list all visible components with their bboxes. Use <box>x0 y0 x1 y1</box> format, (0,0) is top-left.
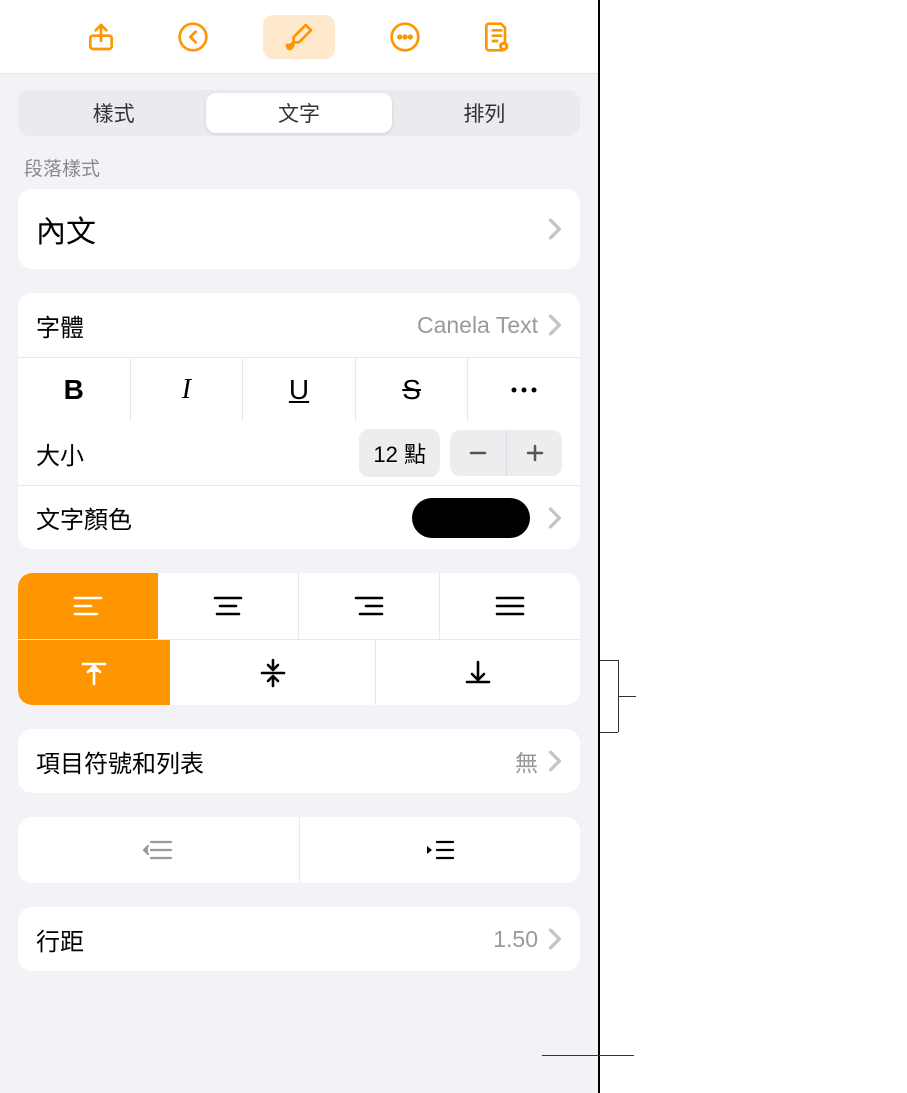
tab-arrange[interactable]: 排列 <box>392 93 577 133</box>
text-color-swatch[interactable] <box>412 498 530 538</box>
valign-middle-button[interactable] <box>170 640 375 705</box>
bold-button[interactable]: B <box>18 358 131 421</box>
line-spacing-value: 1.50 <box>493 926 538 953</box>
chevron-right-icon <box>548 507 562 529</box>
valign-bottom-button[interactable] <box>376 640 580 705</box>
bullets-value: 無 <box>515 744 538 778</box>
align-left-button[interactable] <box>18 573 158 639</box>
more-font-options-button[interactable] <box>468 358 580 421</box>
valign-top-button[interactable] <box>18 640 170 705</box>
tab-style[interactable]: 樣式 <box>21 93 206 133</box>
chevron-right-icon <box>548 218 562 240</box>
align-right-button[interactable] <box>299 573 440 639</box>
align-center-button[interactable] <box>158 573 299 639</box>
size-label: 大小 <box>36 436 84 471</box>
font-value: Canela Text <box>417 312 538 339</box>
callout-leader-2 <box>542 1055 634 1056</box>
undo-icon[interactable] <box>171 15 215 59</box>
bullets-row[interactable]: 項目符號和列表 無 <box>18 729 580 793</box>
callout-bracket-top <box>600 660 618 661</box>
indent-button[interactable] <box>299 817 581 883</box>
paragraph-style-value: 內文 <box>36 207 96 251</box>
size-row: 大小 12 點 <box>18 421 580 485</box>
text-color-label: 文字顏色 <box>36 500 132 535</box>
inspector-tabs: 樣式 文字 排列 <box>18 90 580 136</box>
size-increase-button[interactable] <box>506 430 562 476</box>
format-brush-icon[interactable] <box>263 15 335 59</box>
align-justify-button[interactable] <box>440 573 580 639</box>
line-spacing-row[interactable]: 行距 1.50 <box>18 907 580 971</box>
more-options-icon[interactable] <box>383 15 427 59</box>
alignment-card <box>18 573 580 705</box>
inspector-content: 樣式 文字 排列 段落樣式 內文 字體 Canela Text B I <box>0 74 598 1093</box>
share-icon[interactable] <box>79 15 123 59</box>
chevron-right-icon <box>548 750 562 772</box>
strikethrough-button[interactable]: S <box>356 358 469 421</box>
bullets-label: 項目符號和列表 <box>36 744 204 779</box>
callout-bracket-bottom <box>600 732 618 733</box>
paragraph-style-row[interactable]: 內文 <box>18 189 580 269</box>
chevron-right-icon <box>548 928 562 950</box>
callout-leader-1 <box>618 696 636 697</box>
size-value[interactable]: 12 點 <box>359 429 440 477</box>
line-spacing-label: 行距 <box>36 922 84 957</box>
font-label: 字體 <box>36 308 84 343</box>
chevron-right-icon <box>548 314 562 336</box>
tab-text[interactable]: 文字 <box>206 93 391 133</box>
top-toolbar <box>0 0 598 74</box>
font-row[interactable]: 字體 Canela Text <box>18 293 580 357</box>
size-stepper <box>450 430 562 476</box>
font-style-buttons: B I U S <box>18 357 580 421</box>
paragraph-style-label: 段落樣式 <box>24 154 574 181</box>
document-view-icon[interactable] <box>475 15 519 59</box>
underline-button[interactable]: U <box>243 358 356 421</box>
italic-button[interactable]: I <box>131 358 244 421</box>
size-decrease-button[interactable] <box>450 430 506 476</box>
text-color-row[interactable]: 文字顏色 <box>18 485 580 549</box>
outdent-button[interactable] <box>18 817 299 883</box>
